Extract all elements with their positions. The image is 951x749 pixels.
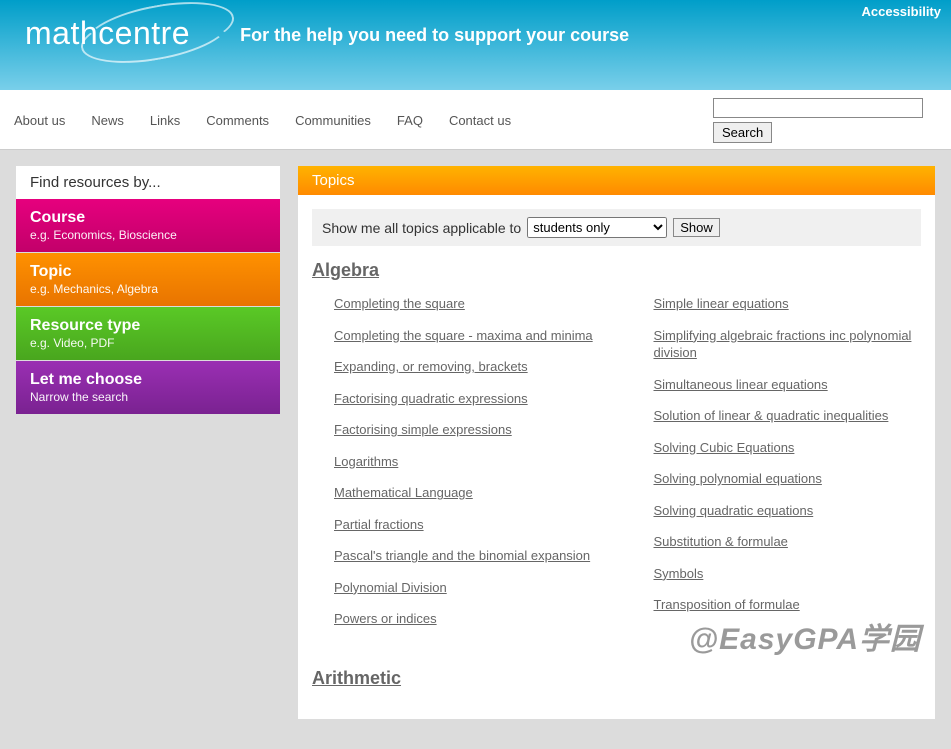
topic-link[interactable]: Simultaneous linear equations: [654, 376, 922, 394]
topic-link[interactable]: Mathematical Language: [334, 484, 602, 502]
filter-bar: Show me all topics applicable to student…: [312, 209, 921, 246]
nav-links: About us News Links Comments Communities…: [14, 113, 511, 128]
sidebar-title: Find resources by...: [16, 166, 280, 199]
sidebar-item-subtitle: e.g. Mechanics, Algebra: [30, 282, 266, 296]
topic-link[interactable]: Partial fractions: [334, 516, 602, 534]
section-title[interactable]: Arithmetic: [312, 668, 921, 689]
tagline: For the help you need to support your co…: [240, 25, 629, 46]
topic-link[interactable]: Solving quadratic equations: [654, 502, 922, 520]
sidebar-item-topic[interactable]: Topic e.g. Mechanics, Algebra: [16, 253, 280, 306]
topic-link[interactable]: Completing the square - maxima and minim…: [334, 327, 602, 345]
section-algebra: Algebra Completing the square Completing…: [298, 260, 935, 658]
page-header: Accessibility mathcentre For the help yo…: [0, 0, 951, 90]
topic-link[interactable]: Factorising simple expressions: [334, 421, 602, 439]
algebra-col-2: Simple linear equations Simplifying alge…: [632, 295, 922, 642]
nav-about[interactable]: About us: [14, 113, 65, 128]
topic-link[interactable]: Simplifying algebraic fractions inc poly…: [654, 327, 922, 362]
filter-label: Show me all topics applicable to: [322, 220, 521, 236]
nav-news[interactable]: News: [91, 113, 124, 128]
search-button[interactable]: Search: [713, 122, 772, 143]
sidebar-item-label: Topic: [30, 263, 266, 281]
topic-link[interactable]: Solving polynomial equations: [654, 470, 922, 488]
topic-link[interactable]: Symbols: [654, 565, 922, 583]
search-input[interactable]: [713, 98, 923, 118]
sidebar-item-label: Resource type: [30, 317, 266, 335]
sidebar-item-label: Let me choose: [30, 371, 266, 389]
nav-communities[interactable]: Communities: [295, 113, 371, 128]
sidebar-item-subtitle: e.g. Video, PDF: [30, 336, 266, 350]
sidebar-item-resource-type[interactable]: Resource type e.g. Video, PDF: [16, 307, 280, 360]
topic-link[interactable]: Completing the square: [334, 295, 602, 313]
algebra-col-1: Completing the square Completing the squ…: [312, 295, 602, 642]
section-title[interactable]: Algebra: [312, 260, 921, 281]
topic-link[interactable]: Pascal's triangle and the binomial expan…: [334, 547, 602, 565]
sidebar-item-label: Course: [30, 209, 266, 227]
nav-comments[interactable]: Comments: [206, 113, 269, 128]
sidebar: Find resources by... Course e.g. Economi…: [16, 166, 280, 415]
sidebar-item-choose[interactable]: Let me choose Narrow the search: [16, 361, 280, 414]
navbar: About us News Links Comments Communities…: [0, 90, 951, 150]
sidebar-item-subtitle: e.g. Economics, Bioscience: [30, 228, 266, 242]
filter-show-button[interactable]: Show: [673, 218, 720, 237]
topic-link[interactable]: Simple linear equations: [654, 295, 922, 313]
topic-link[interactable]: Expanding, or removing, brackets: [334, 358, 602, 376]
search-region: Search: [713, 98, 923, 143]
topic-link[interactable]: Polynomial Division: [334, 579, 602, 597]
nav-links[interactable]: Links: [150, 113, 180, 128]
filter-select[interactable]: students only: [527, 217, 667, 238]
accessibility-link[interactable]: Accessibility: [862, 4, 942, 19]
sidebar-item-course[interactable]: Course e.g. Economics, Bioscience: [16, 199, 280, 252]
sidebar-item-subtitle: Narrow the search: [30, 390, 266, 404]
topic-link[interactable]: Solution of linear & quadratic inequalit…: [654, 407, 922, 425]
nav-faq[interactable]: FAQ: [397, 113, 423, 128]
main-header: Topics: [298, 166, 935, 195]
topic-link[interactable]: Factorising quadratic expressions: [334, 390, 602, 408]
nav-contact[interactable]: Contact us: [449, 113, 511, 128]
section-arithmetic: Arithmetic: [298, 668, 935, 719]
topic-link[interactable]: Transposition of formulae: [654, 596, 922, 614]
topic-link[interactable]: Powers or indices: [334, 610, 602, 628]
logo[interactable]: mathcentre: [25, 15, 190, 52]
topic-link[interactable]: Logarithms: [334, 453, 602, 471]
topic-link[interactable]: Solving Cubic Equations: [654, 439, 922, 457]
main-panel: Topics Show me all topics applicable to …: [298, 166, 935, 719]
topic-link[interactable]: Substitution & formulae: [654, 533, 922, 551]
